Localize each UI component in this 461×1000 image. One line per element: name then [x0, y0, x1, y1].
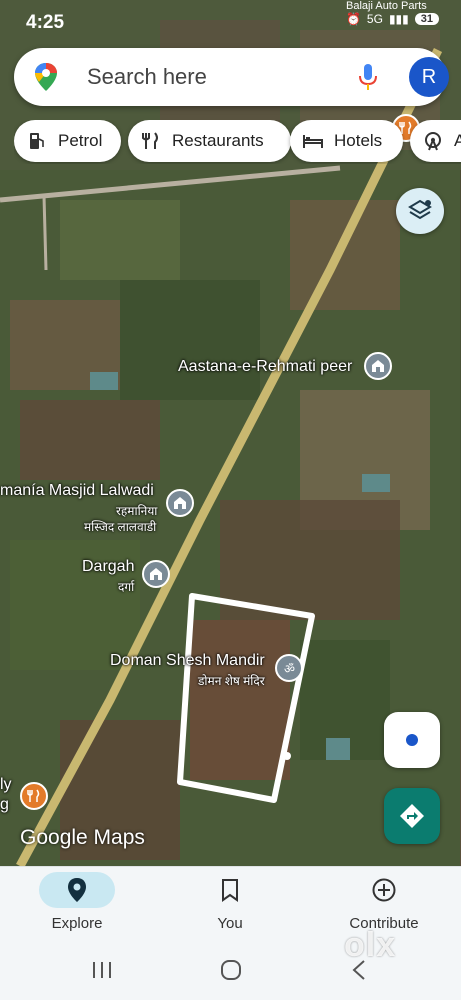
google-maps-pin-icon: [35, 63, 57, 91]
chip-label-attractions: At: [454, 131, 461, 150]
nav-you[interactable]: You: [170, 867, 290, 943]
search-input[interactable]: Search here: [87, 64, 207, 90]
svg-text:ॐ: ॐ: [284, 662, 295, 676]
status-icons: ⏰ 5G ▮▮▮ 31: [346, 12, 439, 26]
layers-button[interactable]: [396, 188, 444, 234]
top-right-place-label: Balaji Auto Parts: [346, 0, 427, 12]
directions-button[interactable]: [384, 788, 440, 844]
label-left-edge-1: ly: [0, 776, 12, 793]
home-icon[interactable]: [218, 958, 244, 982]
recent-apps-icon[interactable]: [90, 958, 114, 982]
my-location-button[interactable]: [384, 712, 440, 768]
chip-label-restaurants: Restaurants: [172, 131, 264, 150]
layers-icon: [408, 199, 432, 220]
nav-label-explore: Explore: [51, 915, 103, 932]
ferris-wheel-icon: [422, 130, 444, 152]
search-bar[interactable]: Search here R: [14, 48, 449, 106]
label-mandir: Doman Shesh Mandir: [110, 652, 265, 669]
label-dargah-hindi: दर्गा: [118, 580, 135, 594]
label-left-edge-2: g: [0, 796, 9, 813]
gas-station-icon: [26, 130, 48, 152]
nav-contribute-wrap: [346, 872, 422, 908]
bed-icon: [302, 130, 324, 152]
chip-hotels[interactable]: Hotels: [290, 120, 403, 162]
nav-label-you: You: [217, 915, 243, 932]
my-location-icon: [406, 734, 418, 746]
status-time: 4:25: [26, 12, 65, 33]
fork-knife-icon: [140, 130, 162, 152]
label-mandir-hindi: डोमन शेष मंदिर: [198, 674, 265, 688]
bookmark-icon: [222, 879, 238, 902]
label-masjid: manía Masjid Lalwadi: [0, 482, 154, 499]
directions-icon: [400, 804, 424, 828]
chip-restaurants[interactable]: Restaurants: [128, 120, 291, 162]
chip-label-petrol: Petrol: [58, 131, 103, 150]
olx-watermark: olx: [344, 926, 397, 964]
poi-aastana-icon[interactable]: [364, 352, 392, 380]
poi-dargah-icon[interactable]: [142, 560, 170, 588]
add-circle-icon: [372, 878, 396, 902]
label-aastana: Aastana-e-Rehmati peer: [178, 358, 353, 375]
network-label: 5G: [366, 12, 383, 26]
poi-restaurant-icon[interactable]: [20, 782, 48, 810]
chip-attractions[interactable]: At: [410, 120, 461, 162]
google-maps-logo: Google Maps: [20, 826, 145, 849]
chip-label-hotels: Hotels: [334, 131, 383, 150]
category-chips: Petrol Restaurants Hotels At: [14, 120, 461, 164]
microphone-icon[interactable]: [356, 62, 380, 92]
poi-masjid-icon[interactable]: [166, 489, 194, 517]
label-masjid-hindi-1: रहमानिया: [116, 504, 158, 518]
chip-petrol[interactable]: Petrol: [14, 120, 121, 162]
nav-explore-highlight: [39, 872, 115, 908]
poi-mandir-icon[interactable]: ॐ: [275, 654, 303, 682]
nav-explore[interactable]: Explore: [17, 867, 137, 943]
label-dargah: Dargah: [82, 558, 135, 575]
alarm-icon: ⏰: [345, 12, 361, 26]
battery-badge: 31: [414, 13, 439, 25]
nav-you-wrap: [192, 872, 268, 908]
signal-icon: ▮▮▮: [388, 12, 409, 26]
location-pin-icon: [68, 878, 86, 902]
label-masjid-hindi-2: मस्जिद लालवाडी: [84, 520, 157, 534]
avatar[interactable]: R: [409, 57, 449, 97]
status-bar: 4:25 Balaji Auto Parts ⏰ 5G ▮▮▮ 31: [0, 0, 461, 44]
